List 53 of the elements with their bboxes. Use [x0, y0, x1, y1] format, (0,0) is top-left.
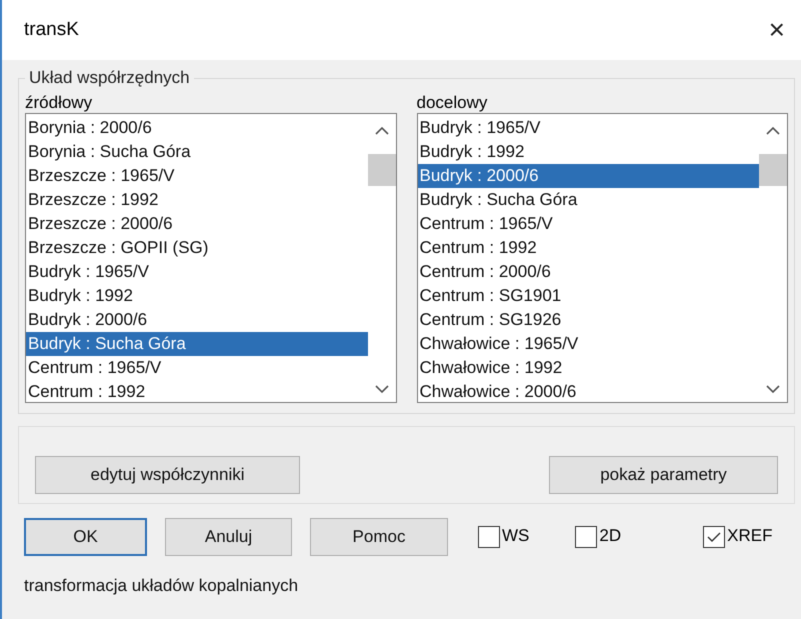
list-item[interactable]: Chwałowice : 1992: [418, 356, 759, 380]
edit-coefficients-button[interactable]: edytuj współczynniki: [35, 456, 300, 494]
list-item[interactable]: Budryk : 2000/6: [418, 164, 759, 188]
scroll-thumb[interactable]: [368, 154, 396, 186]
checkbox[interactable]: [478, 526, 500, 548]
list-item[interactable]: Budryk : 1965/V: [26, 260, 368, 284]
checkbox-option[interactable]: XREF: [703, 526, 772, 548]
checkbox[interactable]: [575, 526, 598, 548]
checkbox-label: XREF: [727, 526, 772, 546]
list-item[interactable]: Budryk : 1992: [26, 284, 368, 308]
list-item[interactable]: Centrum : SG1926: [418, 308, 759, 332]
list-item[interactable]: Budryk : Sucha Góra: [26, 332, 368, 356]
show-parameters-button[interactable]: pokaż parametry: [549, 456, 778, 494]
list-item[interactable]: Centrum : 1992: [26, 380, 368, 404]
scroll-thumb[interactable]: [759, 154, 787, 186]
list-item[interactable]: Borynia : 2000/6: [26, 116, 368, 140]
dialog-button[interactable]: Pomoc: [310, 518, 448, 556]
list-item[interactable]: Brzeszcze : 1992: [26, 188, 368, 212]
list-box[interactable]: [416, 113, 788, 403]
checkbox[interactable]: [703, 526, 726, 548]
list-item[interactable]: Budryk : 1992: [418, 140, 759, 164]
list-item[interactable]: Budryk : Sucha Góra: [418, 188, 759, 212]
list-item[interactable]: Centrum : SG1901: [418, 284, 759, 308]
list-item[interactable]: Centrum : 2000/6: [418, 260, 759, 284]
list-box[interactable]: [25, 113, 396, 403]
window-title: transK: [24, 19, 79, 41]
list-item[interactable]: Centrum : 1965/V: [26, 356, 368, 380]
dialog-button[interactable]: OK: [24, 518, 147, 556]
list-label: docelowy: [416, 92, 488, 113]
close-button[interactable]: ×: [768, 14, 785, 46]
list-label: źródłowy: [25, 92, 94, 113]
list-item[interactable]: Chwałowice : 2000/6: [418, 380, 759, 404]
scroll-up-icon[interactable]: [374, 126, 388, 135]
group-title: Układ współrzędnych: [28, 68, 191, 88]
checkbox-label: 2D: [599, 526, 622, 546]
list-item[interactable]: Brzeszcze : 2000/6: [26, 212, 368, 236]
scroll-down-icon[interactable]: [766, 385, 780, 394]
list-item[interactable]: Budryk : 2000/6: [26, 308, 368, 332]
list-item[interactable]: Budryk : 1965/V: [418, 116, 759, 140]
checkbox-option[interactable]: WS: [478, 526, 530, 548]
checkbox-option[interactable]: 2D: [575, 526, 622, 548]
checkmark-icon: [707, 532, 722, 542]
list-item[interactable]: Centrum : 1965/V: [418, 212, 759, 236]
list-item[interactable]: Brzeszcze : 1965/V: [26, 164, 368, 188]
scroll-up-icon[interactable]: [766, 126, 780, 135]
scroll-down-icon[interactable]: [374, 385, 388, 394]
status-text: transformacja układów kopalnianych: [24, 576, 300, 596]
checkbox-label: WS: [502, 526, 530, 546]
list-item[interactable]: Chwałowice : 1965/V: [418, 332, 759, 356]
list-item[interactable]: Brzeszcze : GOPII (SG): [26, 236, 368, 260]
dialog-button[interactable]: Anuluj: [165, 518, 292, 556]
list-item[interactable]: Borynia : Sucha Góra: [26, 140, 368, 164]
list-item[interactable]: Centrum : 1992: [418, 236, 759, 260]
